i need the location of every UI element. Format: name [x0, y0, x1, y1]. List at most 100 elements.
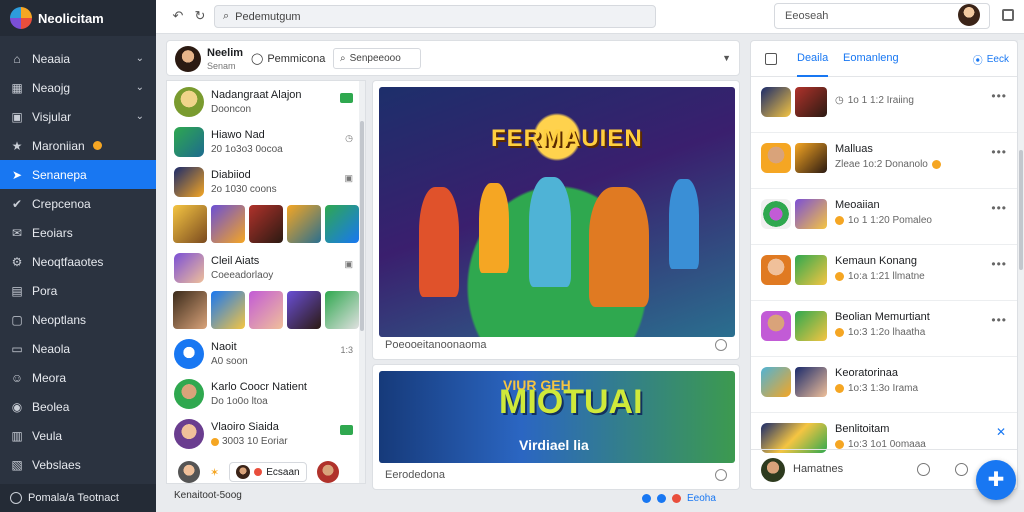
- attach-icon[interactable]: [917, 463, 930, 476]
- image-icon: ▣: [344, 259, 353, 269]
- refresh-icon[interactable]: ↻: [192, 8, 208, 24]
- list-item[interactable]: Keoratorinaa 1o:3 1:3o Irama: [751, 357, 1017, 413]
- item-name: Meoaiian: [835, 199, 880, 211]
- header-link[interactable]: ◯ Pemmicona: [251, 52, 325, 66]
- comment-icon[interactable]: [715, 339, 727, 351]
- scrollbar[interactable]: [1018, 40, 1024, 490]
- tab-details[interactable]: Deaila: [797, 52, 829, 77]
- list-icon[interactable]: [765, 53, 777, 65]
- info-icon[interactable]: [657, 494, 666, 503]
- more-icon[interactable]: •••: [991, 257, 1007, 271]
- list-item[interactable]: Naoit A0 soon 1:3: [167, 335, 361, 375]
- panel-search-input[interactable]: ⌕ Senpeeooo: [333, 48, 421, 69]
- media-thumbnail[interactable]: [211, 205, 245, 243]
- item-sub: 1o:3 1:2o lhaatha: [835, 327, 925, 338]
- image-icon: ▣: [344, 173, 353, 183]
- scrollbar[interactable]: [359, 81, 365, 483]
- list-item[interactable]: Meoaiian 1o 1 1:20 Pomaleo •••: [751, 189, 1017, 245]
- sidebar-item-eeoiars[interactable]: ✉ Eeoiars: [0, 218, 156, 247]
- avatar: [174, 87, 204, 117]
- share-icon[interactable]: [642, 494, 651, 503]
- feed-status-label: Eeoha: [687, 493, 716, 504]
- list-item[interactable]: Hiawo Nad 20 1o3o3 0ocoa ◷: [167, 123, 361, 163]
- more-icon[interactable]: •••: [991, 145, 1007, 159]
- media-thumbnail[interactable]: [249, 205, 283, 243]
- active-chat-pill[interactable]: Ecsaan: [229, 462, 307, 482]
- list-item[interactable]: Nadangraat Alajon Dooncon: [167, 83, 361, 123]
- back-icon[interactable]: ↶: [170, 8, 186, 24]
- list-item[interactable]: Cleil Aiats Coeeadorlaoy ▣: [167, 249, 361, 289]
- sidebar-item-neaojg[interactable]: ▦ Neaojg ⌄: [0, 73, 156, 102]
- avatar[interactable]: [175, 46, 201, 72]
- more-icon[interactable]: •••: [991, 313, 1007, 327]
- post-card[interactable]: VIUR GEH MIOTUAI Virdiael lia Eerodedona: [372, 364, 740, 490]
- address-bar[interactable]: ⌕ Pedemutgum: [214, 5, 656, 28]
- brand-logo-icon: [10, 7, 32, 29]
- scrollbar-thumb[interactable]: [1019, 150, 1023, 270]
- media-thumbnail[interactable]: [325, 205, 359, 243]
- status-text: Kenaitoot-5oog: [174, 490, 242, 501]
- sparkle-icon[interactable]: ✶: [210, 466, 219, 479]
- home-icon: ⌂: [13, 51, 21, 66]
- list-item[interactable]: ◷ 1o 1 1:2 Iraiing •••: [751, 77, 1017, 133]
- list-item[interactable]: Beolian Memurtiant 1o:3 1:2o lhaatha •••: [751, 301, 1017, 357]
- remove-icon[interactable]: ✕: [996, 425, 1007, 439]
- avatar[interactable]: [316, 461, 339, 483]
- sidebar-item-pora[interactable]: ▤ Pora: [0, 276, 156, 305]
- sidebar-item-meora[interactable]: ☺ Meora: [0, 363, 156, 392]
- media-thumbnail[interactable]: [211, 291, 245, 329]
- item-name: Malluas: [835, 143, 873, 155]
- list-item[interactable]: Kemaun Konang 1o:a 1:21 llmatne •••: [751, 245, 1017, 301]
- sidebar-item-beolea[interactable]: ◉ Beolea: [0, 392, 156, 421]
- tab-remaining[interactable]: Eomanleng: [843, 52, 899, 64]
- media-thumbnail[interactable]: [249, 291, 283, 329]
- right-panel-link[interactable]: ⦿ Eeck: [973, 52, 1009, 67]
- more-icon[interactable]: •••: [991, 201, 1007, 215]
- post-image[interactable]: FERMAUIEN: [379, 87, 735, 337]
- alert-icon[interactable]: [672, 494, 681, 503]
- media-thumbnail[interactable]: [325, 291, 359, 329]
- post-card[interactable]: FERMAUIEN Poeooeitanoonaoma: [372, 80, 740, 360]
- media-thumbnail[interactable]: [173, 291, 207, 329]
- brand[interactable]: Neolicitam: [0, 0, 156, 36]
- location-icon: ⦿: [972, 56, 983, 67]
- emoji-icon[interactable]: [955, 463, 968, 476]
- compose-button[interactable]: ✚: [976, 460, 1016, 500]
- more-icon[interactable]: •••: [991, 89, 1007, 103]
- chat-name: Vlaoiro Siaida: [211, 421, 279, 433]
- media-thumbnail[interactable]: [287, 205, 321, 243]
- right-panel-tabs: Deaila Eomanleng ⦿ Eeck: [751, 41, 1017, 77]
- avatar: [761, 458, 785, 482]
- media-thumbnail[interactable]: [173, 205, 207, 243]
- sidebar-item-neaola[interactable]: ▭ Neaola: [0, 334, 156, 363]
- panel-search-text: Senpeeooo: [349, 53, 401, 64]
- sidebar-item-maroniian[interactable]: ★ Maroniian: [0, 131, 156, 160]
- avatar[interactable]: [178, 461, 200, 483]
- item-sub-text: 1o 1 1:20 Pomaleo: [848, 215, 932, 226]
- scrollbar-thumb[interactable]: [360, 121, 364, 331]
- sidebar-item-neoptlans[interactable]: ▢ Neoptlans: [0, 305, 156, 334]
- comment-icon[interactable]: [715, 469, 727, 481]
- sidebar-item-neoqtfaaotes[interactable]: ⚙ Neoqtfaaotes: [0, 247, 156, 276]
- item-name: Benlitoitam: [835, 423, 890, 435]
- apps-icon[interactable]: [1002, 9, 1014, 21]
- sidebar-footer[interactable]: Pomala/a Teotnact: [0, 484, 156, 512]
- sidebar-item-senanepa[interactable]: ➤ Senanepa: [0, 160, 156, 189]
- sidebar-item-visjular[interactable]: ▣ Visjular ⌄: [0, 102, 156, 131]
- list-item[interactable]: Malluas Zleae 1o:2 Donanolo •••: [751, 133, 1017, 189]
- avatar[interactable]: [958, 4, 980, 26]
- sidebar-item-veula[interactable]: ▥ Veula: [0, 421, 156, 450]
- figure-shape: [669, 179, 699, 269]
- sidebar-item-crepcenoa[interactable]: ✔ Crepcenoa: [0, 189, 156, 218]
- media-thumbnail[interactable]: [287, 291, 321, 329]
- sidebar-item-neaaia[interactable]: ⌂ Neaaia ⌄: [0, 44, 156, 73]
- chevron-down-icon[interactable]: ▼: [722, 53, 731, 63]
- list-item[interactable]: Vlaoiro Siaida 3003 10 Eoriar: [167, 415, 361, 455]
- list-item[interactable]: Diabiiod 2o 1030 coons ▣: [167, 163, 361, 203]
- post-image[interactable]: VIUR GEH MIOTUAI Virdiael lia: [379, 371, 735, 463]
- contact-icon: [10, 492, 22, 504]
- sidebar-item-vebslaes[interactable]: ▧ Vebslaes: [0, 450, 156, 479]
- avatar: [174, 253, 204, 283]
- list-item[interactable]: Karlo Coocr Natient Do 1o0o ltoa: [167, 375, 361, 415]
- chat-name: Diabiiod: [211, 169, 251, 181]
